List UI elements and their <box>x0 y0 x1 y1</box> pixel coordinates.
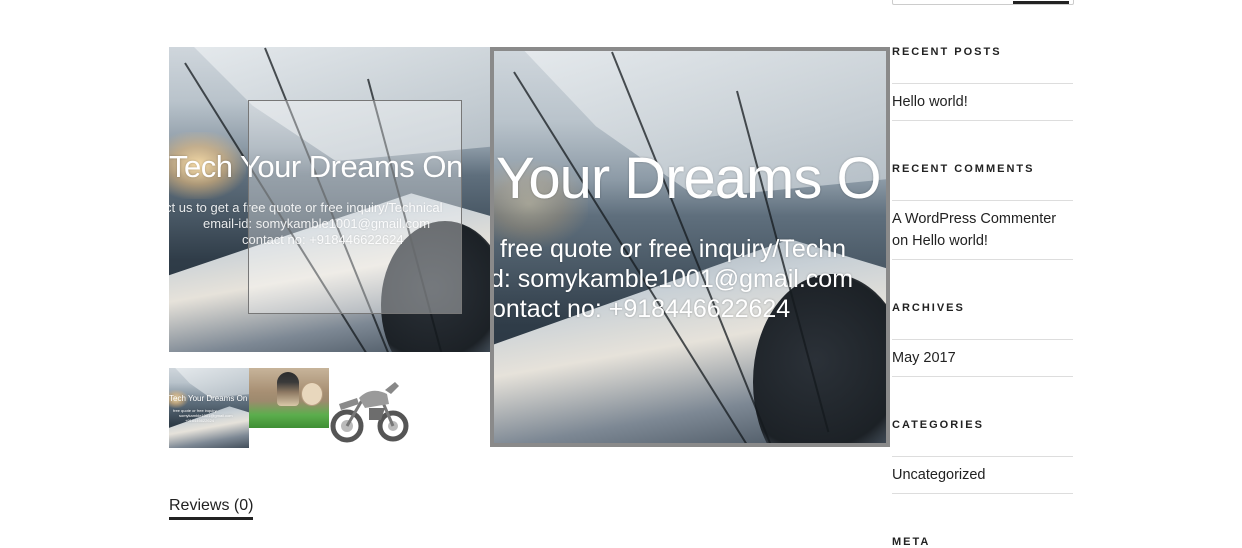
archive-link[interactable]: May 2017 <box>892 347 956 369</box>
widget-divider <box>892 339 1073 340</box>
thumbnail-motorcycle[interactable] <box>329 368 409 448</box>
zoom-overlay-line: d: somykamble1001@gmail.com <box>490 265 854 293</box>
widget-divider <box>892 456 1073 457</box>
widget-divider <box>892 376 1073 377</box>
thumbnail-overlay-line: +918446622624 <box>185 418 215 423</box>
search-submit-button[interactable] <box>1013 1 1069 4</box>
thumbnail-sailboat[interactable]: Tech Your Dreams On free quote or free i… <box>169 368 249 448</box>
zoom-overlay-heading: Your Dreams O <box>496 146 882 211</box>
widget-title-recent-posts: RECENT POSTS <box>892 46 1002 58</box>
thumbnail-person-figure <box>277 372 299 406</box>
zoom-overlay-line: ontact no: +918446622624 <box>492 295 791 323</box>
widget-divider <box>892 200 1073 201</box>
comment-entry: on Hello world! <box>892 230 988 252</box>
widget-divider <box>892 259 1073 260</box>
zoom-lens[interactable] <box>248 100 462 314</box>
recent-post-link[interactable]: Hello world! <box>892 91 968 113</box>
tab-reviews[interactable]: Reviews (0) <box>169 497 254 520</box>
comment-post-link[interactable]: Hello world! <box>912 233 988 249</box>
widget-title-archives: ARCHIVES <box>892 302 965 314</box>
widget-divider <box>892 120 1073 121</box>
thumbnail-overlay-heading: Tech Your Dreams On <box>169 394 248 403</box>
comment-on-text: on <box>892 233 909 249</box>
widget-title-categories: CATEGORIES <box>892 419 984 431</box>
zoom-window: Your Dreams O free quote or free inquiry… <box>490 47 890 447</box>
widget-title-meta: META <box>892 536 931 548</box>
widget-divider <box>892 493 1073 494</box>
widget-divider <box>892 83 1073 84</box>
category-link[interactable]: Uncategorized <box>892 464 986 486</box>
motorcycle-icon <box>330 382 409 443</box>
widget-title-recent-comments: RECENT COMMENTS <box>892 163 1035 175</box>
comment-author-link[interactable]: A WordPress Commenter <box>892 208 1056 230</box>
sidebar-search-form[interactable] <box>892 0 1074 5</box>
thumbnail-person-face <box>301 382 323 406</box>
zoom-overlay-line: free quote or free inquiry/Techn <box>500 235 847 263</box>
thumbnail-person[interactable] <box>249 368 329 428</box>
